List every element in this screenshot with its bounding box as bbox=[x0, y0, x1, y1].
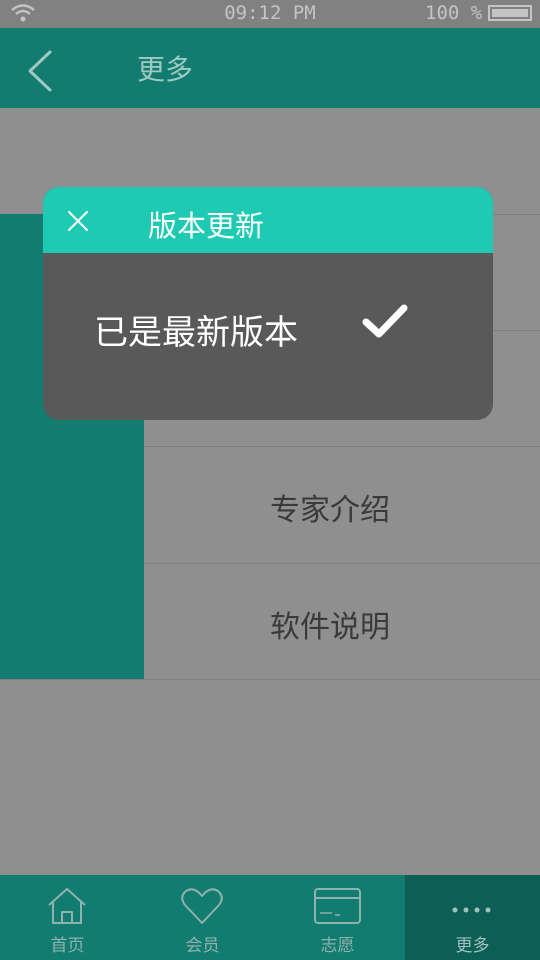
menu-item-software-info[interactable]: 软件说明 bbox=[144, 563, 540, 679]
tab-label: 更多 bbox=[455, 936, 490, 956]
app-header: 更多 bbox=[0, 28, 540, 109]
menu-item-label: 专家介绍 bbox=[270, 493, 390, 528]
battery-percent: 100 % bbox=[425, 2, 483, 24]
card-icon bbox=[314, 888, 361, 924]
battery-icon bbox=[488, 5, 532, 21]
tab-more[interactable]: 更多 bbox=[405, 875, 540, 960]
menu-item-expert-intro[interactable]: 专家介绍 bbox=[144, 446, 540, 562]
close-icon[interactable] bbox=[65, 208, 91, 234]
dialog-header: 版本更新 bbox=[43, 187, 493, 253]
back-arrow-icon[interactable] bbox=[22, 48, 56, 94]
menu-item-label: 软件说明 bbox=[270, 610, 390, 645]
dialog-title: 版本更新 bbox=[148, 209, 265, 243]
tab-volunteer[interactable]: 志愿 bbox=[270, 875, 405, 960]
tab-label: 志愿 bbox=[320, 936, 355, 956]
tab-member[interactable]: 会员 bbox=[135, 875, 270, 960]
tab-label: 会员 bbox=[185, 936, 220, 956]
dialog-message: 已是最新版本 bbox=[94, 313, 298, 353]
page-title: 更多 bbox=[137, 53, 194, 86]
home-icon bbox=[48, 888, 86, 924]
more-icon bbox=[452, 907, 491, 913]
status-bar: 09:12 PM 100 % bbox=[0, 0, 540, 28]
tab-label: 首页 bbox=[50, 936, 85, 956]
checkmark-icon bbox=[362, 304, 408, 338]
tab-home[interactable]: 首页 bbox=[0, 875, 135, 960]
bottom-nav: 首页 会员 志愿 更多 bbox=[0, 875, 540, 960]
update-dialog: 版本更新 已是最新版本 bbox=[43, 187, 493, 420]
heart-icon bbox=[181, 888, 223, 924]
divider bbox=[0, 679, 540, 680]
